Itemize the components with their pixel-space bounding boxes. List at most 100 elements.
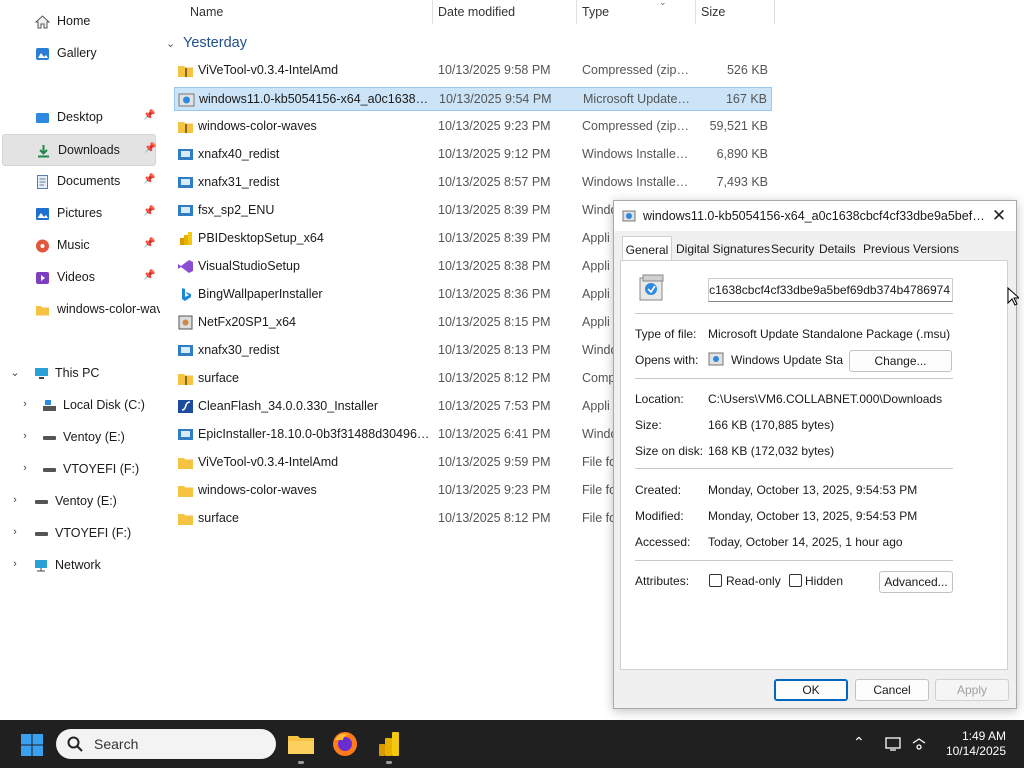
cancel-button[interactable]: Cancel (855, 679, 929, 701)
created-label: Created: (635, 483, 682, 497)
column-divider[interactable] (774, 0, 775, 24)
file-row[interactable]: windows-color-waves 10/13/2025 9:23 PM Com… (174, 115, 772, 139)
firefox-icon (333, 732, 357, 756)
file-date-modified: 10/13/2025 9:58 PM (438, 63, 551, 77)
size-value: 166 KB (170,885 bytes) (708, 418, 835, 432)
tab-security[interactable]: Security (771, 238, 814, 260)
read-only-checkbox[interactable] (709, 574, 722, 587)
file-row[interactable]: xnafx40_redist 10/13/2025 9:12 PM Windows … (174, 143, 772, 167)
file-name: surface (198, 511, 239, 525)
chevron-down-icon[interactable]: ⌄ (8, 366, 22, 379)
chevron-right-icon[interactable]: › (18, 430, 32, 442)
column-headers: Name Date modified ⌄ Type Size (160, 0, 780, 24)
nav-item-downloads[interactable]: Downloads 📌 (2, 134, 156, 166)
zip-folder-icon (177, 63, 194, 78)
filename-field[interactable]: windows11.0-kb5054156-x64_a0c1638cbcf4cf… (708, 278, 953, 302)
close-icon[interactable]: ✕ (988, 205, 1010, 227)
column-header-type[interactable]: Type (582, 5, 609, 19)
nav-item-desktop[interactable]: Desktop 📌 (2, 102, 156, 134)
file-name: xnafx31_redist (198, 175, 280, 189)
created-value: Monday, October 13, 2025, 9:54:53 PM (708, 483, 918, 497)
tree-label: VTOYEFI (F:) (55, 526, 132, 540)
nav-item-music[interactable]: Music 📌 (2, 230, 156, 262)
file-name: surface (198, 371, 239, 385)
tree-item-ventoy-e[interactable]: › Ventoy (E:) (18, 425, 158, 451)
pin-icon: 📌 (143, 110, 156, 121)
windows-start-icon[interactable] (20, 733, 44, 757)
taskbar-search-box[interactable]: Search (56, 729, 276, 759)
file-row[interactable]: xnafx31_redist 10/13/2025 8:57 PM Windows … (174, 171, 772, 195)
advanced-button[interactable]: Advanced... (879, 571, 953, 593)
tree-item-local-disk-c[interactable]: › Local Disk (C:) (18, 393, 158, 419)
file-date-modified: 10/13/2025 8:13 PM (438, 343, 551, 357)
chevron-right-icon[interactable]: › (18, 398, 32, 410)
opens-with-label: Opens with: (635, 353, 699, 367)
tree-item-ventoy-e-root[interactable]: › Ventoy (E:) (8, 489, 158, 515)
tree-item-this-pc[interactable]: ⌄ This PC (8, 361, 158, 387)
taskbar-powerbi[interactable] (373, 728, 405, 764)
dialog-title: windows11.0-kb5054156-x64_a0c1638cbcf4cf… (643, 209, 988, 223)
nav-item-windows-color-waves[interactable]: windows-color-waves (2, 294, 160, 326)
tab-previous-versions[interactable]: Previous Versions (863, 238, 959, 260)
nav-label: Gallery (57, 46, 97, 60)
column-header-size[interactable]: Size (701, 5, 725, 19)
nav-item-videos[interactable]: Videos 📌 (2, 262, 156, 294)
column-divider[interactable] (576, 0, 577, 24)
apply-button[interactable]: Apply (935, 679, 1009, 701)
pc-icon (35, 368, 48, 379)
chevron-up-icon[interactable]: ⌃ (853, 734, 865, 751)
chevron-right-icon[interactable]: › (8, 494, 22, 506)
system-clock[interactable]: 1:49 AM 10/14/2025 (940, 729, 1006, 759)
accessed-label: Accessed: (635, 535, 691, 549)
dialog-title-bar[interactable]: windows11.0-kb5054156-x64_a0c1638cbcf4cf… (614, 201, 1016, 231)
file-name: windows11.0-kb5054156-x64_a0c1638cbc... (199, 92, 431, 106)
file-name: PBIDesktopSetup_x64 (198, 231, 324, 245)
opens-with-value: Windows Update Standalone (731, 353, 843, 367)
nav-item-documents[interactable]: Documents 📌 (2, 166, 156, 198)
column-header-name[interactable]: Name (190, 5, 223, 19)
search-placeholder: Search (94, 736, 139, 752)
column-header-date[interactable]: Date modified (438, 5, 515, 19)
file-row[interactable]: windows11.0-kb5054156-x64_a0c1638cbc... 1… (174, 87, 772, 111)
read-only-label: Read-only (726, 574, 781, 588)
folder-icon (177, 483, 194, 498)
file-date-modified: 10/13/2025 8:36 PM (438, 287, 551, 301)
tree-item-vtoyefi-f-root[interactable]: › VTOYEFI (F:) (8, 521, 158, 547)
file-name: ViVeTool-v0.3.4-IntelAmd (198, 63, 339, 77)
nav-label: Music (57, 238, 90, 252)
chevron-right-icon[interactable]: › (18, 462, 32, 474)
nav-item-gallery[interactable]: Gallery (2, 38, 156, 70)
hidden-checkbox[interactable] (789, 574, 802, 587)
nav-item-home[interactable]: Home (2, 6, 156, 38)
tree-item-vtoyefi-f[interactable]: › VTOYEFI (F:) (18, 457, 158, 483)
chevron-right-icon[interactable]: › (8, 558, 22, 570)
size-label: Size: (635, 418, 662, 432)
tree-label: VTOYEFI (F:) (63, 462, 140, 476)
msu-package-icon (639, 274, 664, 301)
group-header-yesterday[interactable]: ⌄ Yesterday (166, 35, 247, 51)
file-name: BingWallpaperInstaller (198, 287, 323, 301)
folder-icon (177, 455, 194, 470)
taskbar-firefox[interactable] (329, 728, 361, 760)
display-icon[interactable] (884, 735, 902, 753)
windows-update-icon (708, 352, 724, 366)
tree-item-network[interactable]: › Network (8, 553, 158, 579)
ok-button[interactable]: OK (774, 679, 848, 701)
network-status-icon[interactable] (910, 735, 928, 753)
tree-label: Network (55, 558, 101, 572)
size-on-disk-value: 168 KB (172,032 bytes) (708, 444, 835, 458)
taskbar-file-explorer[interactable] (285, 728, 317, 764)
chevron-right-icon[interactable]: › (8, 526, 22, 538)
tab-details[interactable]: Details (819, 238, 856, 260)
file-date-modified: 10/13/2025 9:12 PM (438, 147, 551, 161)
column-divider[interactable] (695, 0, 696, 24)
nav-item-pictures[interactable]: Pictures 📌 (2, 198, 156, 230)
tree-label: Local Disk (C:) (63, 398, 145, 412)
tab-digital-signatures[interactable]: Digital Signatures (676, 238, 770, 260)
change-button[interactable]: Change... (849, 350, 952, 372)
mouse-cursor-icon (1007, 287, 1019, 306)
file-type: Compressed (zipp... (582, 119, 690, 133)
tab-general[interactable]: General (622, 236, 672, 262)
file-row[interactable]: ViVeTool-v0.3.4-IntelAmd 10/13/2025 9:58 … (174, 59, 772, 83)
column-divider[interactable] (432, 0, 433, 24)
